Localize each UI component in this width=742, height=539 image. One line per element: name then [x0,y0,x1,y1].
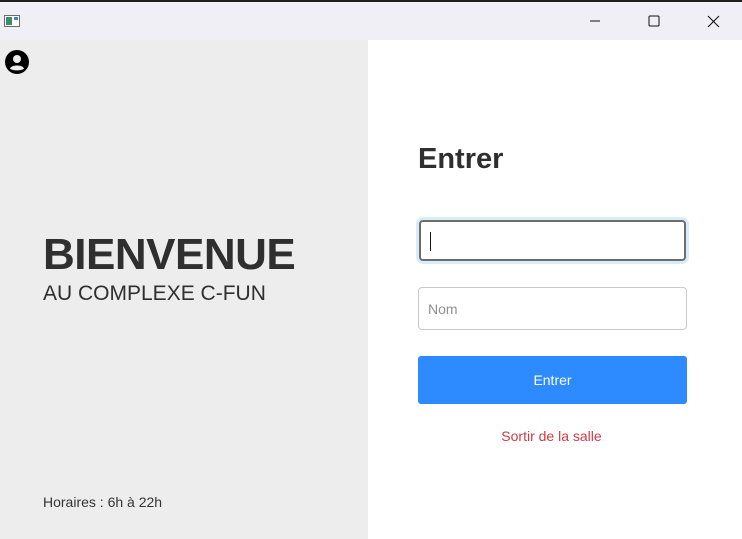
minimize-button[interactable] [572,2,618,40]
welcome-subtitle: AU COMPLEXE C-FUN [43,282,266,305]
code-input[interactable] [419,220,686,261]
close-icon [707,15,720,28]
opening-hours: Horaires : 6h à 22h [43,494,163,510]
title-bar[interactable] [0,2,742,40]
name-input[interactable] [418,287,687,330]
user-account-icon[interactable] [5,50,29,74]
close-button[interactable] [690,2,736,40]
login-panel: Entrer Entrer Sortir de la salle [368,40,742,539]
app-window-icon [4,14,20,27]
minimize-icon [589,15,601,27]
text-caret [430,232,431,251]
maximize-icon [648,15,660,27]
maximize-button[interactable] [631,2,677,40]
enter-button[interactable]: Entrer [418,356,687,404]
welcome-title: BIENVENUE [43,230,296,279]
welcome-panel: BIENVENUE AU COMPLEXE C-FUN Horaires : 6… [0,40,368,539]
app-window: BIENVENUE AU COMPLEXE C-FUN Horaires : 6… [0,0,742,539]
exit-room-link[interactable]: Sortir de la salle [418,427,685,445]
form-title: Entrer [418,143,504,175]
